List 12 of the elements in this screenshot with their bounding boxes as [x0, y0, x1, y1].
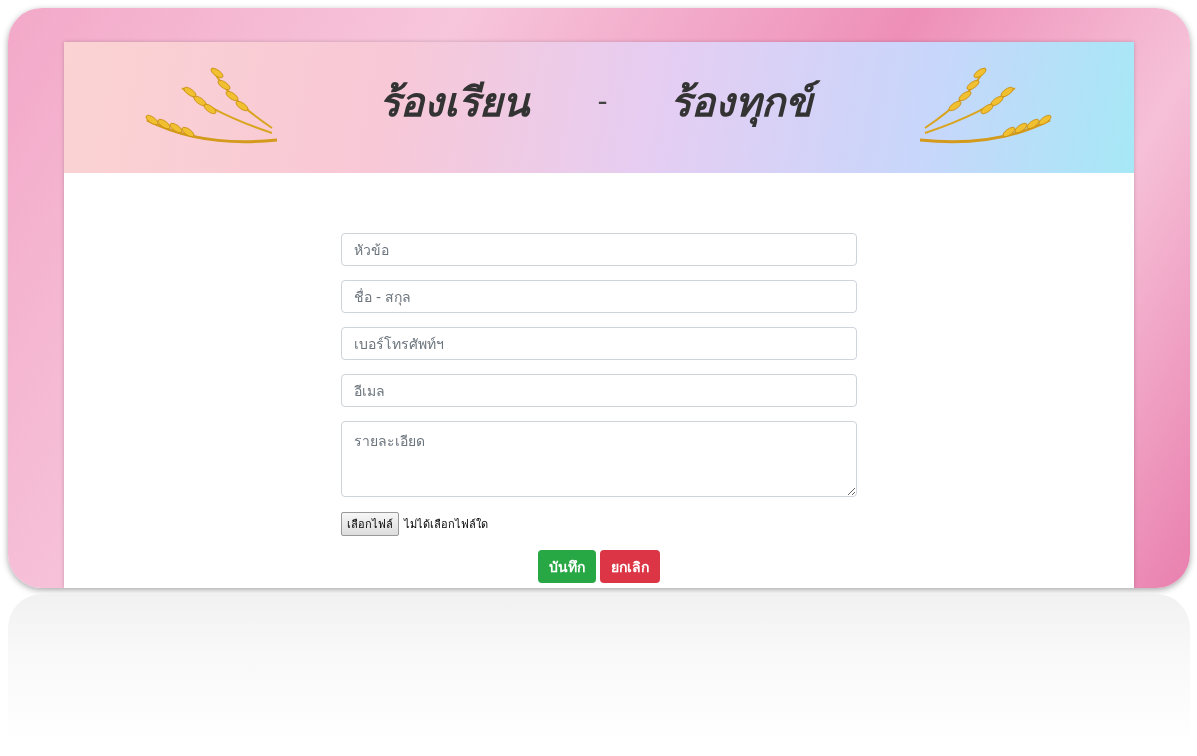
input-field[interactable]: อีเมล: [340, 374, 857, 407]
banner-title: ร้องทุกข์: [665, 69, 822, 134]
save-button[interactable]: บันทึก: [537, 550, 596, 583]
file-status-text: ไม่ได้เลือกไฟล์ใด: [403, 517, 488, 533]
choose-file-button[interactable]: เลือกไฟล์: [340, 512, 399, 536]
input-field[interactable]: ชื่อ - สกุล: [340, 280, 857, 313]
banner-title: ร้องเรียน: [378, 76, 532, 127]
textarea-field[interactable]: รายละเอียด: [340, 421, 857, 497]
title-dash: -: [597, 85, 608, 118]
cancel-button[interactable]: ยกเลิก: [599, 550, 660, 583]
input-field[interactable]: เบอร์โทรศัพท์ฯ: [340, 327, 857, 360]
input-field[interactable]: หัวข้อ: [340, 233, 857, 266]
